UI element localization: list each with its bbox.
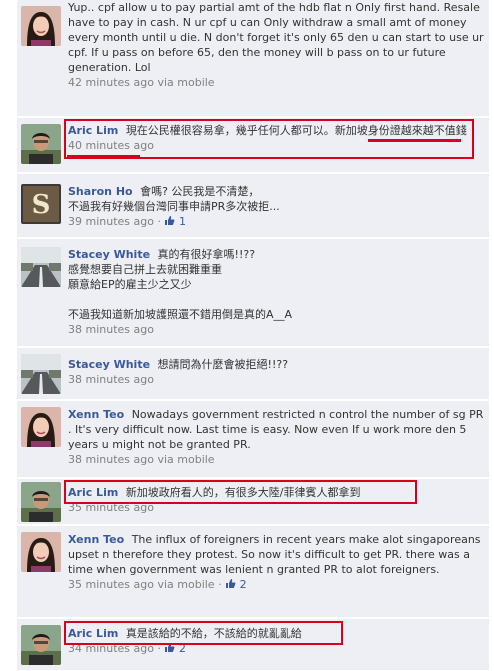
like-count-value: 1 xyxy=(178,215,186,228)
comment-timestamp[interactable]: 38 minutes ago xyxy=(68,323,154,336)
woman-portrait-icon[interactable] xyxy=(21,407,61,447)
svg-text:S: S xyxy=(32,190,51,220)
comment-item: Yup.. cpf allow u to pay partial amt of … xyxy=(17,0,489,117)
letter-s-icon[interactable]: S xyxy=(21,184,61,224)
comment-item: S Sharon Ho 會嗎? 公民我是不清楚， 不過我有好幾個台灣同事申請PR… xyxy=(17,174,489,238)
comment-item: Stacey White 真的有很好拿嗎!!?? 感覺想要自己拼上去就困難重重 … xyxy=(17,239,489,347)
comment-timestamp[interactable]: 38 minutes ago xyxy=(68,373,154,386)
comment-timestamp[interactable]: 35 minutes ago via mobile xyxy=(68,578,215,591)
man-portrait-icon[interactable] xyxy=(21,124,61,164)
comment-author-link[interactable]: Stacey White xyxy=(68,358,150,371)
comment-item: Xenn Teo The influx of foreigners in rec… xyxy=(17,526,489,618)
annotation-highlight-box xyxy=(64,621,343,645)
road-photo-icon[interactable] xyxy=(21,354,61,394)
comment-text: Nowadays government restricted n control… xyxy=(68,408,484,451)
road-photo-icon[interactable] xyxy=(21,247,61,287)
like-count[interactable]: 1 xyxy=(164,215,186,228)
annotation-highlight-box xyxy=(64,480,417,504)
annotation-underline xyxy=(368,139,461,142)
thumbs-up-icon xyxy=(225,578,240,591)
comment-item: Xenn Teo Nowadays government restricted … xyxy=(17,401,489,478)
thumbs-up-icon xyxy=(164,215,179,228)
comment-author-link[interactable]: Xenn Teo xyxy=(68,533,124,546)
comment-text: The influx of foreigners in recent years… xyxy=(68,533,481,576)
like-count[interactable]: 2 xyxy=(225,578,247,591)
comment-item: Stacey White 想請問為什麼會被拒絕!!?? 38 minutes a… xyxy=(17,348,489,400)
woman-portrait-icon[interactable] xyxy=(21,6,61,46)
annotation-underline xyxy=(67,155,140,158)
man-portrait-icon[interactable] xyxy=(21,482,61,522)
woman-portrait-icon[interactable] xyxy=(21,532,61,572)
man-portrait-icon[interactable] xyxy=(21,625,61,665)
comment-timestamp[interactable]: 39 minutes ago xyxy=(68,215,154,228)
comment-text: Yup.. cpf allow u to pay partial amt of … xyxy=(68,1,484,74)
comment-timestamp[interactable]: 38 minutes ago via mobile xyxy=(68,453,215,466)
comment-text: 想請問為什麼會被拒絕!!?? xyxy=(157,358,289,371)
comment-thread: Yup.. cpf allow u to pay partial amt of … xyxy=(0,0,494,671)
comment-author-link[interactable]: Sharon Ho xyxy=(68,185,133,198)
comment-author-link[interactable]: Stacey White xyxy=(68,248,150,261)
comment-author-link[interactable]: Xenn Teo xyxy=(68,408,124,421)
comment-timestamp[interactable]: 42 minutes ago via mobile xyxy=(68,76,215,89)
like-count-value: 2 xyxy=(239,578,247,591)
